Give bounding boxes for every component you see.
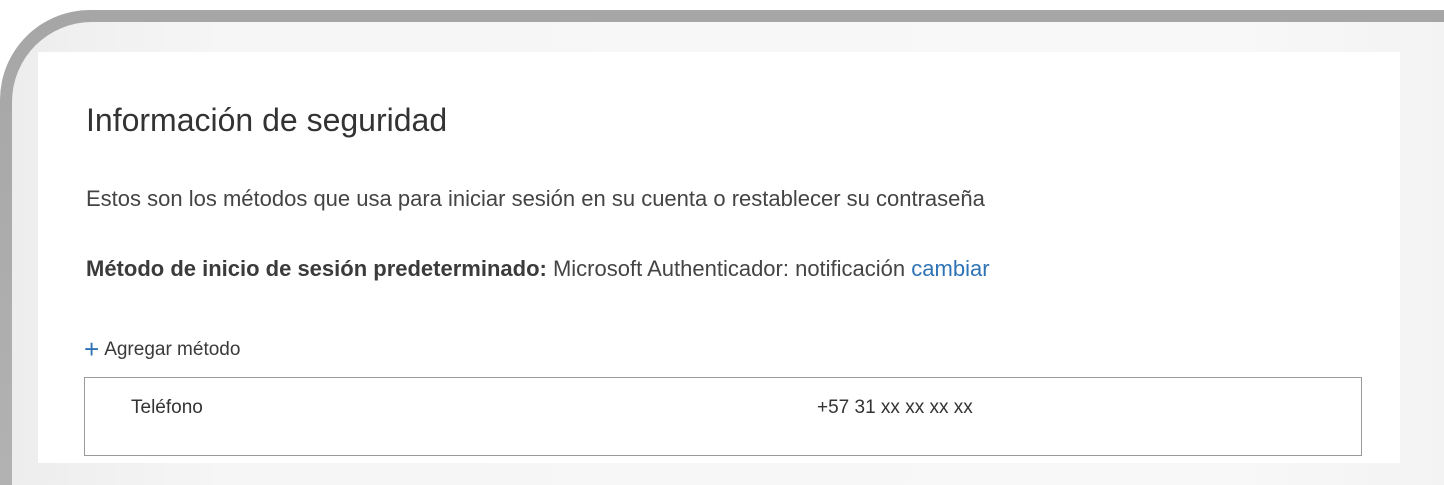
default-method-value: Microsoft Authenticador: notificación — [552, 256, 906, 281]
add-method-button[interactable]: + Agregar método — [84, 336, 240, 362]
methods-table: Teléfono +57 31 xx xx xx xx — [84, 377, 1362, 456]
page-title: Información de seguridad — [86, 102, 448, 138]
default-signin-method: Método de inicio de sesión predeterminad… — [86, 256, 990, 282]
change-default-method-link[interactable]: cambiar — [911, 256, 989, 281]
security-info-panel: Información de seguridad Estos son los m… — [38, 52, 1400, 463]
method-value: +57 31 xx xx xx xx — [817, 397, 973, 418]
add-method-label: Agregar método — [104, 339, 241, 360]
default-method-label: Método de inicio de sesión predeterminad… — [86, 256, 547, 281]
page-description: Estos son los métodos que usa para inici… — [86, 186, 985, 211]
method-name: Teléfono — [131, 397, 203, 418]
plus-icon: + — [84, 334, 100, 364]
